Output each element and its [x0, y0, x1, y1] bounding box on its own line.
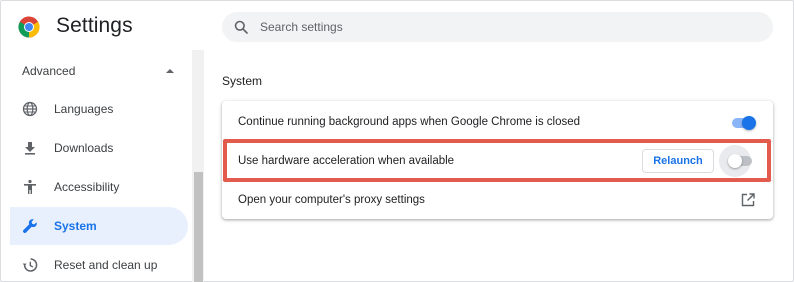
- sidebar-item-label: Reset and clean up: [54, 258, 158, 272]
- sidebar-item-languages[interactable]: Languages: [10, 90, 188, 128]
- download-icon: [25, 142, 35, 155]
- advanced-section-toggle[interactable]: Advanced: [22, 64, 182, 78]
- accessibility-icon: [24, 179, 36, 194]
- sidebar-item-reset[interactable]: Reset and clean up: [10, 246, 188, 282]
- system-settings-card: Continue running background apps when Go…: [222, 101, 773, 219]
- sidebar-item-label: Accessibility: [54, 180, 120, 194]
- sidebar-item-downloads[interactable]: Downloads: [10, 129, 188, 167]
- sidebar-item-accessibility[interactable]: Accessibility: [10, 168, 188, 206]
- toggle-knob: [728, 154, 742, 168]
- reset-icon: [22, 258, 38, 272]
- setting-label: Continue running background apps when Go…: [238, 116, 581, 128]
- sidebar: Advanced Languages Downloads Accessibili…: [0, 50, 204, 282]
- sidebar-item-label: System: [54, 219, 97, 233]
- setting-label: Use hardware acceleration when available: [238, 154, 455, 167]
- wrench-icon: [22, 219, 37, 234]
- globe-icon: [22, 101, 38, 117]
- caret-up-icon[interactable]: [166, 68, 174, 74]
- sidebar-scrollbar-thumb[interactable]: [194, 172, 203, 282]
- setting-label: Open your computer's proxy settings: [238, 193, 425, 206]
- section-title: System: [222, 74, 263, 88]
- setting-row-proxy[interactable]: Open your computer's proxy settings: [222, 180, 773, 218]
- sidebar-item-label: Languages: [54, 102, 114, 116]
- relaunch-button[interactable]: Relaunch: [642, 149, 714, 173]
- background-apps-toggle[interactable]: [732, 116, 756, 130]
- setting-row-hardware-acceleration[interactable]: Use hardware acceleration when available…: [222, 141, 773, 179]
- chrome-logo-icon: [18, 16, 40, 38]
- page-title: Settings: [56, 14, 133, 37]
- search-input[interactable]: [260, 20, 740, 34]
- advanced-label: Advanced: [22, 64, 76, 78]
- sidebar-item-label: Downloads: [54, 141, 114, 155]
- sidebar-item-system[interactable]: System: [10, 207, 188, 245]
- search-icon: [234, 20, 248, 34]
- search-bar[interactable]: [222, 12, 773, 42]
- toggle-knob: [742, 116, 756, 130]
- setting-row-background-apps[interactable]: Continue running background apps when Go…: [222, 103, 773, 141]
- external-link-icon[interactable]: [741, 193, 755, 207]
- hardware-acceleration-toggle[interactable]: [728, 154, 752, 168]
